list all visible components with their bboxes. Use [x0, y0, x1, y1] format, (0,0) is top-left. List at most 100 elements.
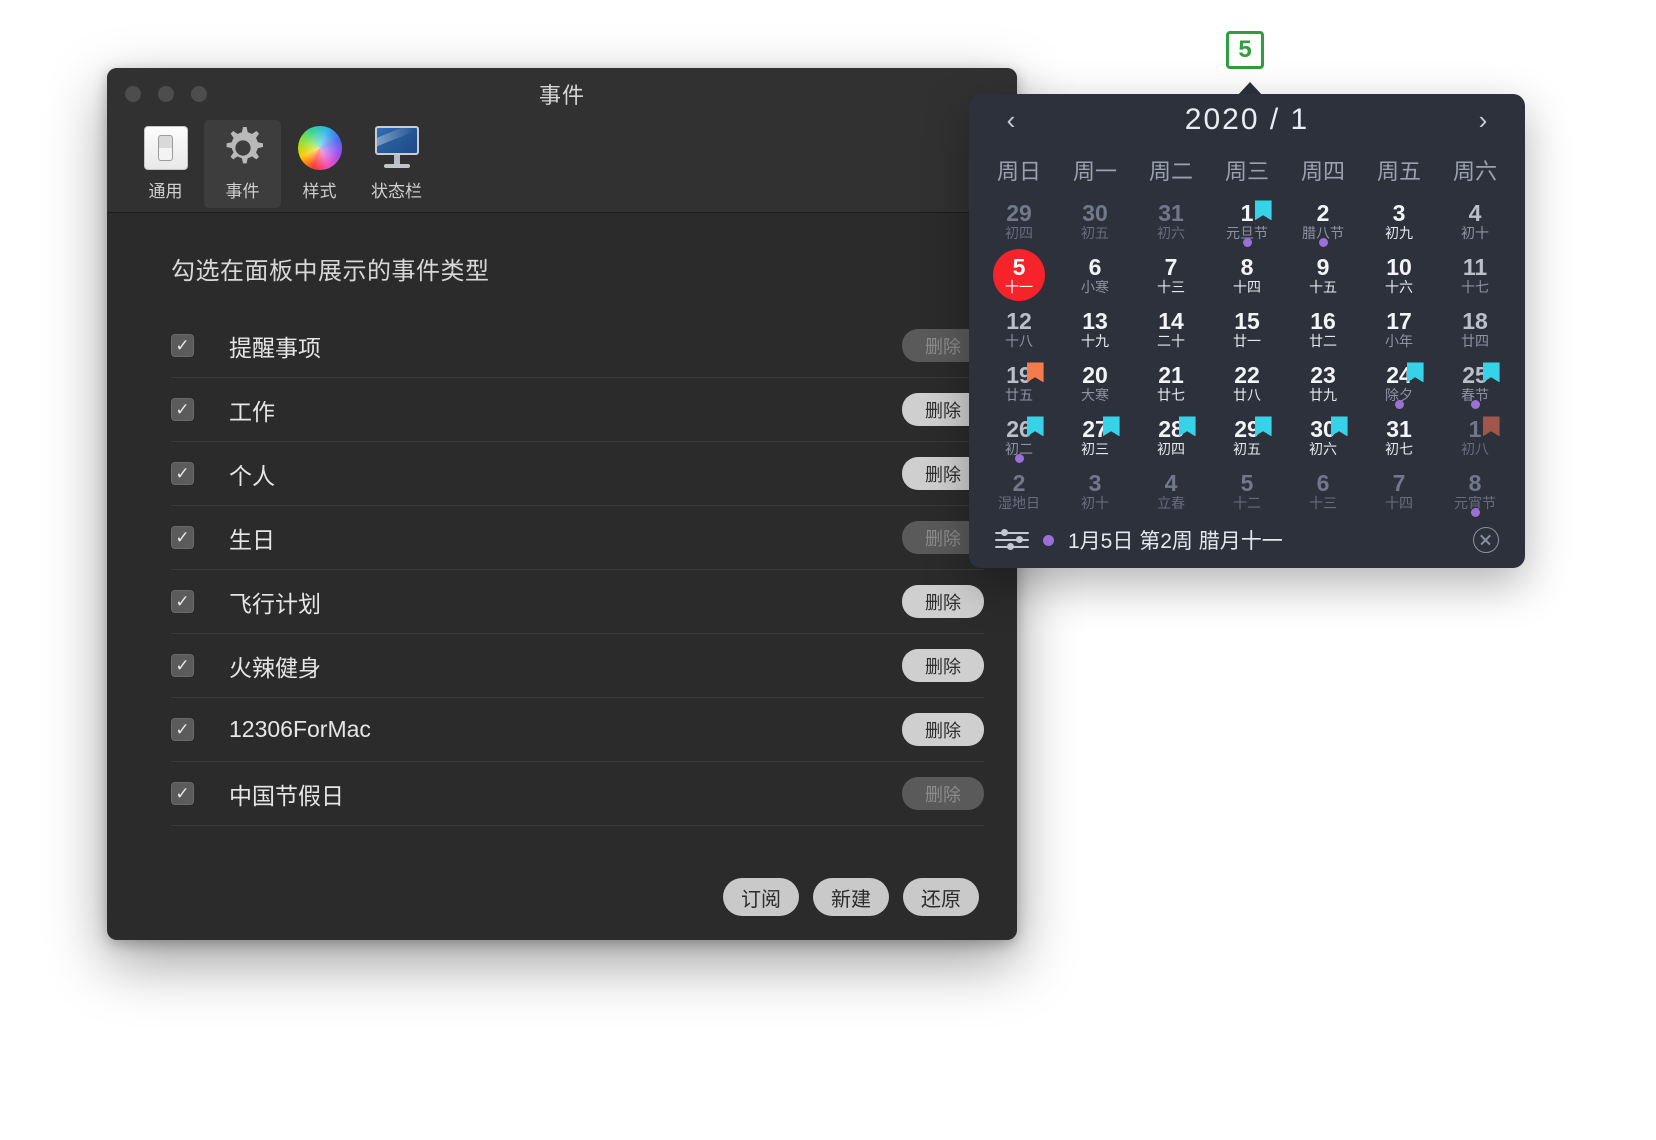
event-type-checkbox[interactable] [171, 398, 194, 421]
calendar-day-cell[interactable]: 4 初十 [1437, 194, 1513, 248]
calendar-day-cell[interactable]: 30 初六 [1285, 410, 1361, 464]
calendar-day-number: 2 [1316, 199, 1330, 226]
event-type-label: 个人 [229, 462, 275, 489]
calendar-day-cell[interactable]: 22 廿八 [1209, 356, 1285, 410]
calendar-day-lunar: 小寒 [1081, 278, 1109, 295]
event-type-row: 12306ForMac 删除 [171, 698, 984, 762]
event-dot-indicator [1318, 238, 1328, 247]
calendar-day-cell[interactable]: 7 十三 [1133, 248, 1209, 302]
calendar-day-number: 2 [1012, 469, 1026, 496]
event-type-label: 生日 [229, 526, 275, 553]
calendar-day-cell[interactable]: 10 十六 [1361, 248, 1437, 302]
minimize-button-icon[interactable] [158, 86, 174, 102]
calendar-day-cell[interactable]: 28 初四 [1133, 410, 1209, 464]
calendar-day-cell[interactable]: 15 廿一 [1209, 302, 1285, 356]
zoom-button-icon[interactable] [191, 86, 207, 102]
calendar-day-number: 11 [1462, 253, 1488, 280]
calendar-day-cell[interactable]: 13 十九 [1057, 302, 1133, 356]
calendar-day-lunar: 十八 [1005, 332, 1033, 349]
event-type-checkbox[interactable] [171, 334, 194, 357]
traffic-light-controls[interactable] [125, 86, 207, 102]
calendar-title[interactable]: 2020 / 1 [1025, 103, 1469, 137]
footer-button-2[interactable]: 新建 [813, 878, 889, 916]
calendar-day-cell[interactable]: 29 初五 [1209, 410, 1285, 464]
calendar-day-cell[interactable]: 11 十七 [1437, 248, 1513, 302]
calendar-day-cell[interactable]: 3 初九 [1361, 194, 1437, 248]
calendar-day-cell[interactable]: 2 腊八节 [1285, 194, 1361, 248]
footer-button-1[interactable]: 订阅 [723, 878, 799, 916]
calendar-day-lunar: 十九 [1081, 332, 1109, 349]
calendar-day-number: 5 [1012, 253, 1026, 280]
calendar-day-cell[interactable]: 19 廿五 [981, 356, 1057, 410]
calendar-day-cell[interactable]: 20 大寒 [1057, 356, 1133, 410]
calendar-day-cell[interactable]: 16 廿二 [1285, 302, 1361, 356]
calendar-day-cell[interactable]: 6 十三 [1285, 464, 1361, 518]
calendar-day-cell[interactable]: 24 除夕 [1361, 356, 1437, 410]
preferences-toolbar: 通用 事件 样式 状态栏 [107, 120, 1017, 213]
calendar-day-cell[interactable]: 1 元旦节 [1209, 194, 1285, 248]
event-type-checkbox[interactable] [171, 526, 194, 549]
calendar-day-cell[interactable]: 21 廿七 [1133, 356, 1209, 410]
calendar-day-number: 3 [1088, 469, 1102, 496]
calendar-day-cell[interactable]: 17 小年 [1361, 302, 1437, 356]
footer-button-3[interactable]: 还原 [903, 878, 979, 916]
calendar-day-number: 23 [1310, 361, 1336, 388]
calendar-day-cell[interactable]: 5 十二 [1209, 464, 1285, 518]
monitor-icon [373, 124, 421, 172]
toolbar-tab-events[interactable]: 事件 [204, 120, 281, 208]
prev-month-button[interactable]: ‹ [997, 105, 1025, 136]
calendar-day-cell[interactable]: 12 十八 [981, 302, 1057, 356]
event-type-checkbox[interactable] [171, 718, 194, 741]
event-type-row: 工作删除 [171, 378, 984, 442]
event-flag-icon [1254, 416, 1272, 437]
calendar-day-cell[interactable]: 9 十五 [1285, 248, 1361, 302]
close-button-icon[interactable] [125, 86, 141, 102]
calendar-day-cell[interactable]: 23 廿九 [1285, 356, 1361, 410]
calendar-day-cell[interactable]: 8 元宵节 [1437, 464, 1513, 518]
calendar-day-cell[interactable]: 4 立春 [1133, 464, 1209, 518]
toolbar-tab-general[interactable]: 通用 [127, 120, 204, 208]
calendar-day-number: 7 [1164, 253, 1178, 280]
calendar-day-number: 6 [1316, 469, 1330, 496]
calendar-day-cell[interactable]: 7 十四 [1361, 464, 1437, 518]
close-circle-icon[interactable] [1473, 527, 1499, 553]
toolbar-tab-style[interactable]: 样式 [281, 120, 358, 208]
calendar-day-number: 16 [1310, 307, 1336, 334]
event-type-row: 中国节假日 删除 [171, 762, 984, 826]
event-type-row: 提醒事项删除 [171, 314, 984, 378]
calendar-day-cell[interactable]: 14 二十 [1133, 302, 1209, 356]
calendar-day-cell[interactable]: 31 初六 [1133, 194, 1209, 248]
event-type-checkbox[interactable] [171, 654, 194, 677]
event-type-checkbox[interactable] [171, 590, 194, 613]
calendar-day-number: 14 [1158, 307, 1184, 334]
menubar-date-badge[interactable]: 5 [1226, 31, 1264, 69]
event-type-checkbox[interactable] [171, 462, 194, 485]
delete-button[interactable]: 删除 [902, 649, 984, 682]
toolbar-tab-statusbar[interactable]: 状态栏 [358, 120, 435, 208]
calendar-day-cell[interactable]: 30 初五 [1057, 194, 1133, 248]
calendar-day-number: 29 [1006, 199, 1032, 226]
calendar-day-cell[interactable]: 26 初二 [981, 410, 1057, 464]
calendar-day-cell[interactable]: 3 初十 [1057, 464, 1133, 518]
weekday-label: 周二 [1148, 159, 1193, 184]
calendar-day-cell[interactable]: 25 春节 [1437, 356, 1513, 410]
event-dot-indicator [1470, 508, 1480, 517]
calendar-day-cell[interactable]: 1 初八 [1437, 410, 1513, 464]
calendar-day-cell[interactable]: 6 小寒 [1057, 248, 1133, 302]
calendar-day-cell[interactable]: 18 廿四 [1437, 302, 1513, 356]
calendar-day-cell[interactable]: 31 初七 [1361, 410, 1437, 464]
calendar-day-cell[interactable]: 8 十四 [1209, 248, 1285, 302]
calendar-day-cell[interactable]: 29 初四 [981, 194, 1057, 248]
sliders-icon[interactable] [995, 529, 1029, 551]
delete-button[interactable]: 删除 [902, 713, 984, 746]
calendar-day-cell[interactable]: 27 初三 [1057, 410, 1133, 464]
event-flag-icon [1482, 362, 1500, 383]
next-month-button[interactable]: › [1469, 105, 1497, 136]
event-type-label: 工作 [229, 398, 275, 425]
calendar-day-lunar: 十二 [1233, 494, 1261, 511]
calendar-day-cell[interactable]: 2 湿地日 [981, 464, 1057, 518]
delete-button[interactable]: 删除 [902, 585, 984, 618]
event-indicator-dot [1043, 534, 1054, 546]
event-type-checkbox[interactable] [171, 782, 194, 805]
calendar-day-cell[interactable]: 5 十一 [981, 248, 1057, 302]
